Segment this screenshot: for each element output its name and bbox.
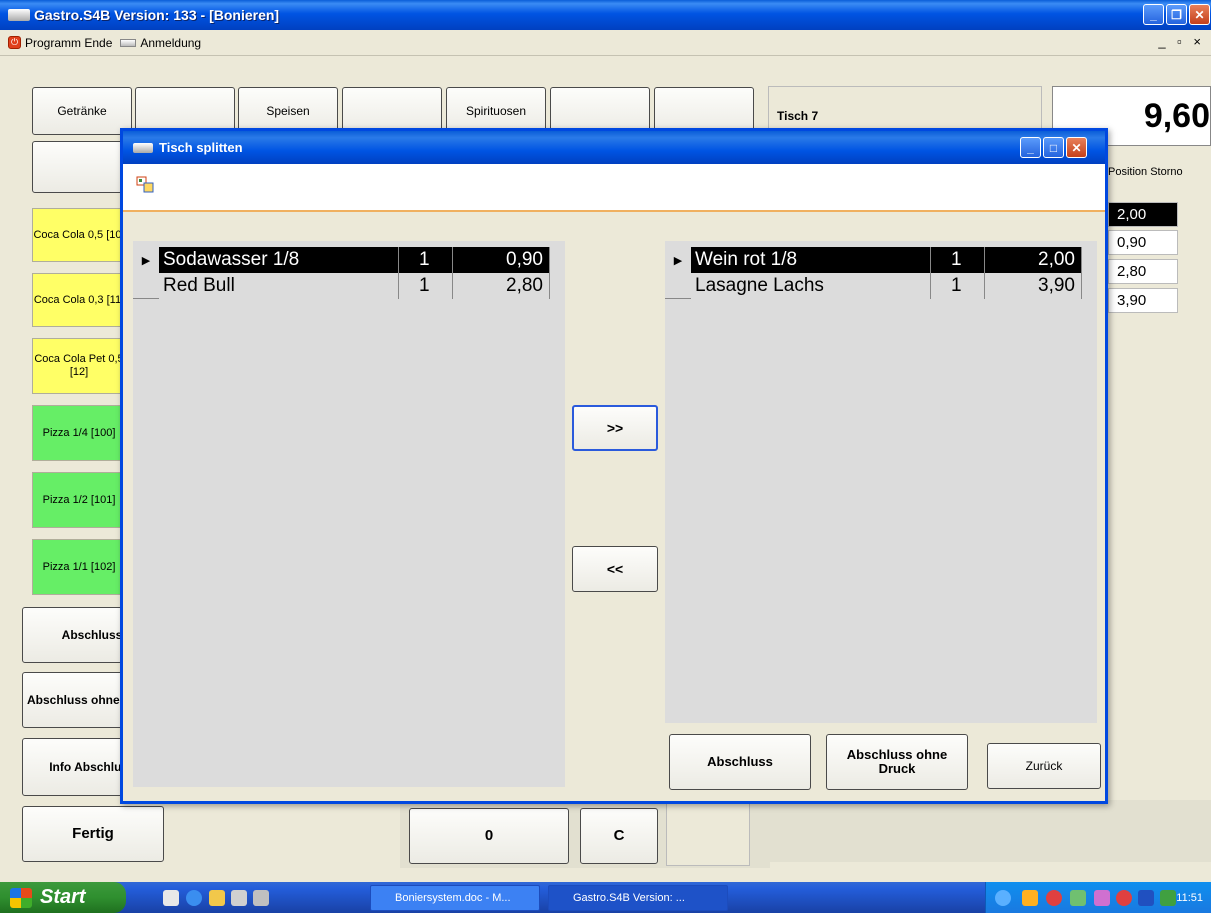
product-button[interactable]: Pizza 1/4 [100] — [32, 405, 126, 461]
product-button[interactable]: Coca Cola Pet 0,5 [12] — [32, 338, 126, 394]
position-storno-header[interactable]: Position Storno — [1100, 150, 1211, 194]
left-item-grid[interactable]: ▶ Sodawasser 1/8 1 0,90 Red Bull 1 2,80 — [133, 241, 565, 787]
item-qty: 1 — [931, 247, 985, 273]
tray-arrow-icon[interactable] — [995, 890, 1011, 906]
split-table-dialog: Tisch splitten _ □ ✕ ▶ Sodawasser 1/8 1 … — [120, 128, 1108, 804]
bg-price-cell[interactable]: 0,90 — [1108, 230, 1178, 255]
bg-price-cell[interactable]: 2,00 — [1108, 202, 1178, 227]
dialog-toolbar — [123, 164, 1105, 212]
tray-icon[interactable] — [1160, 890, 1176, 906]
menu-programm-ende[interactable]: ⏻ Programm Ende — [8, 36, 112, 50]
table-row[interactable]: ▶ Wein rot 1/8 1 2,00 — [665, 247, 1082, 273]
menu-label: Programm Ende — [25, 35, 113, 50]
product-button[interactable]: Pizza 1/2 [101] — [32, 472, 126, 528]
item-qty: 1 — [931, 273, 985, 299]
tray-icon[interactable] — [1138, 890, 1154, 906]
item-name: Wein rot 1/8 — [691, 247, 931, 273]
window-titlebar[interactable]: Gastro.S4B Version: 133 - [Bonieren] _ ❐… — [0, 0, 1211, 30]
item-price: 0,90 — [453, 247, 550, 273]
product-button[interactable]: Coca Cola 0,5 [10] — [32, 208, 126, 262]
table-row[interactable]: Red Bull 1 2,80 — [133, 273, 550, 299]
tray-icon[interactable] — [1116, 890, 1132, 906]
product-button[interactable]: Pizza 1/1 [102] — [32, 539, 126, 595]
menubar: ⏻ Programm Ende Anmeldung _ ▫ × — [0, 30, 1211, 56]
dialog-titlebar[interactable]: Tisch splitten _ □ ✕ — [123, 131, 1105, 164]
table-row[interactable]: Lasagne Lachs 1 3,90 — [665, 273, 1082, 299]
row-indicator — [133, 273, 159, 299]
row-indicator-icon: ▶ — [673, 254, 683, 267]
tray-icon[interactable] — [1070, 890, 1086, 906]
menu-label: Anmeldung — [140, 35, 202, 50]
desktop-icon[interactable] — [253, 890, 269, 906]
item-price: 2,80 — [453, 273, 550, 299]
task-label: Gastro.S4B Version: ... — [573, 892, 685, 904]
start-label: Start — [40, 886, 86, 908]
row-indicator-icon: ▶ — [141, 254, 151, 267]
task-boniersystem[interactable]: Boniersystem.doc - M... — [370, 885, 540, 911]
app-shortcut-icon[interactable] — [231, 890, 247, 906]
dialog-zurueck-button[interactable]: Zurück — [987, 743, 1101, 789]
category-empty-row2[interactable] — [32, 141, 132, 193]
bg-price-cell[interactable]: 3,90 — [1108, 288, 1178, 313]
taskbar: Start Boniersystem.doc - M... Gastro.S4B… — [0, 882, 1211, 913]
task-gastro[interactable]: Gastro.S4B Version: ... — [548, 885, 728, 911]
dialog-minimize-button[interactable]: _ — [1020, 137, 1041, 158]
menu-anmeldung[interactable]: Anmeldung — [120, 36, 201, 50]
tray-icon[interactable] — [1094, 890, 1110, 906]
item-qty: 1 — [399, 273, 453, 299]
move-left-button[interactable]: << — [572, 546, 658, 592]
category-getraenke[interactable]: Getränke — [32, 87, 132, 135]
item-name: Lasagne Lachs — [691, 273, 931, 299]
dialog-abschluss-ohne-druck-button[interactable]: Abschluss ohne Druck — [826, 734, 968, 790]
right-item-grid[interactable]: ▶ Wein rot 1/8 1 2,00 Lasagne Lachs 1 3,… — [665, 241, 1097, 723]
split-icon[interactable] — [136, 176, 154, 193]
item-qty: 1 — [399, 247, 453, 273]
minimize-button[interactable]: _ — [1143, 4, 1164, 25]
tray-icon[interactable] — [1022, 890, 1038, 906]
row-indicator — [665, 273, 691, 299]
dialog-close-button[interactable]: ✕ — [1066, 137, 1087, 158]
browser-icon[interactable] — [186, 890, 202, 906]
tray-icon[interactable] — [1046, 890, 1062, 906]
clock[interactable]: 11:51 — [1176, 892, 1203, 904]
folder-icon[interactable] — [209, 890, 225, 906]
start-button[interactable]: Start — [0, 882, 126, 913]
dialog-icon — [133, 142, 153, 153]
product-button[interactable]: Coca Cola 0,3 [11] — [32, 273, 126, 327]
app-icon — [8, 9, 30, 21]
mdi-controls[interactable]: _ ▫ × — [1158, 34, 1205, 49]
item-name: Sodawasser 1/8 — [159, 247, 399, 273]
item-price: 2,00 — [985, 247, 1082, 273]
bg-price-cell[interactable]: 2,80 — [1108, 259, 1178, 284]
item-price: 3,90 — [985, 273, 1082, 299]
power-icon: ⏻ — [8, 36, 21, 49]
dialog-abschluss-button[interactable]: Abschluss — [669, 734, 811, 790]
table-label: Tisch 7 — [777, 109, 819, 123]
maximize-button[interactable]: ❐ — [1166, 4, 1187, 25]
fertig-button[interactable]: Fertig — [22, 806, 164, 862]
quicklaunch-icon[interactable] — [163, 890, 179, 906]
numpad-0[interactable]: 0 — [409, 808, 569, 864]
table-row[interactable]: ▶ Sodawasser 1/8 1 0,90 — [133, 247, 550, 273]
move-right-button[interactable]: >> — [572, 405, 658, 451]
task-label: Boniersystem.doc - M... — [395, 892, 511, 904]
close-button[interactable]: ✕ — [1189, 4, 1210, 25]
dialog-maximize-button[interactable]: □ — [1043, 137, 1064, 158]
item-name: Red Bull — [159, 273, 399, 299]
windows-flag-icon — [10, 887, 32, 908]
numpad-clear[interactable]: C — [580, 808, 658, 864]
dialog-title: Tisch splitten — [159, 140, 243, 155]
window-title: Gastro.S4B Version: 133 - [Bonieren] — [34, 7, 280, 23]
numpad-blank — [666, 802, 750, 866]
info-panel — [770, 800, 1211, 862]
card-icon — [120, 38, 137, 47]
